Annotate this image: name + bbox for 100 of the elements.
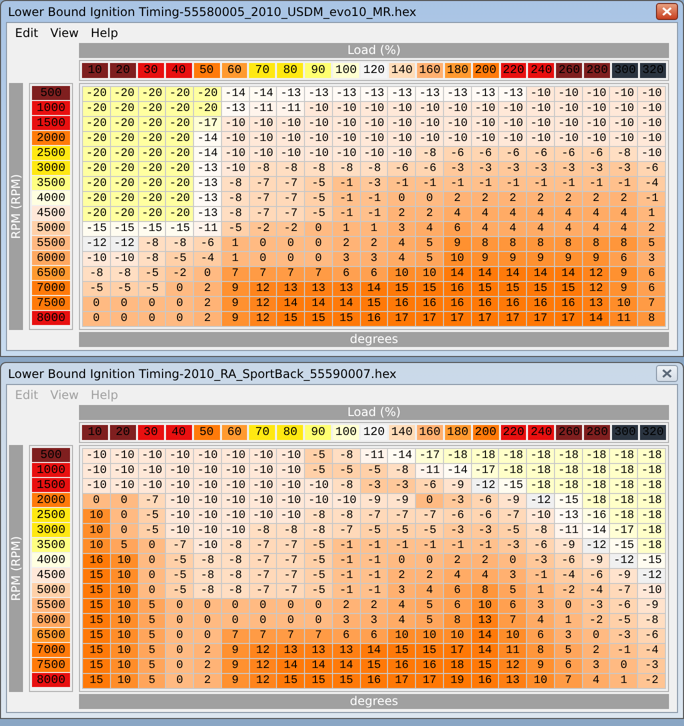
table-cell[interactable]: -14: [250, 87, 276, 101]
table-cell[interactable]: -10: [332, 147, 360, 161]
table-cell[interactable]: -1: [444, 177, 471, 191]
table-cell[interactable]: 15: [472, 282, 498, 296]
table-cell[interactable]: 15: [305, 312, 332, 326]
table-cell[interactable]: -11: [416, 464, 443, 478]
table-cell[interactable]: -7: [250, 539, 276, 553]
table-cell[interactable]: 16: [416, 659, 443, 673]
table-cell[interactable]: -20: [166, 117, 194, 131]
table-cell[interactable]: -1: [416, 177, 443, 191]
table-cell[interactable]: 5: [138, 629, 166, 643]
table-cell[interactable]: 0: [194, 599, 221, 613]
table-cell[interactable]: -2: [638, 674, 665, 688]
table-cell[interactable]: -1: [332, 569, 360, 583]
table-cell[interactable]: -6: [610, 599, 638, 613]
table-cell[interactable]: 6: [527, 629, 554, 643]
table-cell[interactable]: -7: [277, 192, 304, 206]
table-cell[interactable]: -5: [499, 524, 526, 538]
table-cell[interactable]: -20: [110, 117, 138, 131]
table-cell[interactable]: -7: [277, 539, 304, 553]
table-cell[interactable]: 0: [305, 599, 332, 613]
table-cell[interactable]: 2: [388, 207, 416, 221]
table-cell[interactable]: 17: [499, 312, 526, 326]
table-cell[interactable]: 12: [250, 297, 276, 311]
table-cell[interactable]: 16: [499, 297, 526, 311]
table-cell[interactable]: -13: [554, 509, 582, 523]
table-cell[interactable]: -10: [554, 132, 582, 146]
table-cell[interactable]: -9: [554, 539, 582, 553]
table-cell[interactable]: -17: [194, 117, 221, 131]
table-cell[interactable]: -10: [110, 449, 138, 463]
table-cell[interactable]: -10: [472, 117, 498, 131]
table-cell[interactable]: 15: [277, 674, 304, 688]
table-cell[interactable]: -10: [277, 449, 304, 463]
table-cell[interactable]: -13: [194, 162, 221, 176]
table-cell[interactable]: -18: [554, 464, 582, 478]
table-cell[interactable]: -10: [499, 102, 526, 116]
table-cell[interactable]: -1: [332, 192, 360, 206]
table-cell[interactable]: -10: [360, 102, 388, 116]
table-cell[interactable]: -10: [83, 464, 110, 478]
table-cell[interactable]: -10: [527, 117, 554, 131]
table-cell[interactable]: -5: [305, 192, 332, 206]
table-cell[interactable]: 10: [110, 599, 138, 613]
table-cell[interactable]: -1: [388, 539, 416, 553]
table-cell[interactable]: -7: [610, 584, 638, 598]
table-cell[interactable]: -10: [222, 117, 249, 131]
table-cell[interactable]: -15: [554, 494, 582, 508]
table-cell[interactable]: 15: [83, 644, 110, 658]
table-cell[interactable]: 14: [305, 297, 332, 311]
table-cell[interactable]: 0: [110, 494, 138, 508]
table-cell[interactable]: -1: [332, 207, 360, 221]
table-cell[interactable]: 5: [138, 674, 166, 688]
table-cell[interactable]: -13: [305, 87, 332, 101]
table-cell[interactable]: -10: [277, 464, 304, 478]
table-cell[interactable]: -4: [638, 644, 665, 658]
table-cell[interactable]: 15: [360, 659, 388, 673]
table-cell[interactable]: -1: [360, 569, 388, 583]
table-cell[interactable]: -18: [444, 449, 471, 463]
table-cell[interactable]: -10: [166, 524, 194, 538]
table-cell[interactable]: -10: [416, 102, 443, 116]
table-cell[interactable]: -7: [277, 569, 304, 583]
table-cell[interactable]: 14: [277, 297, 304, 311]
table-cell[interactable]: -1: [472, 539, 498, 553]
table-cell[interactable]: 11: [499, 644, 526, 658]
table-cell[interactable]: -4: [582, 584, 610, 598]
table-cell[interactable]: 2: [610, 192, 638, 206]
table-cell[interactable]: 4: [388, 252, 416, 266]
table-cell[interactable]: 10: [110, 584, 138, 598]
table-cell[interactable]: -20: [166, 192, 194, 206]
table-cell[interactable]: -14: [444, 464, 471, 478]
table-cell[interactable]: -18: [499, 449, 526, 463]
table-cell[interactable]: 5: [554, 644, 582, 658]
table-cell[interactable]: 1: [527, 584, 554, 598]
table-cell[interactable]: 7: [305, 629, 332, 643]
table-cell[interactable]: 15: [332, 312, 360, 326]
table-cell[interactable]: 12: [250, 659, 276, 673]
table-cell[interactable]: 8: [472, 237, 498, 251]
table-cell[interactable]: -18: [638, 449, 665, 463]
table-cell[interactable]: -10: [582, 102, 610, 116]
table-cell[interactable]: -10: [499, 117, 526, 131]
table-cell[interactable]: 13: [305, 644, 332, 658]
table-cell[interactable]: -13: [194, 207, 221, 221]
table-cell[interactable]: -10: [638, 584, 665, 598]
table-cell[interactable]: -10: [166, 479, 194, 493]
table-cell[interactable]: -10: [194, 464, 221, 478]
table-cell[interactable]: 2: [554, 192, 582, 206]
table-cell[interactable]: -1: [388, 177, 416, 191]
table-cell[interactable]: -5: [83, 282, 110, 296]
table-cell[interactable]: -7: [416, 509, 443, 523]
table-cell[interactable]: -20: [110, 147, 138, 161]
table-cell[interactable]: -10: [610, 102, 638, 116]
table-cell[interactable]: 1: [222, 237, 249, 251]
table-cell[interactable]: -13: [499, 87, 526, 101]
table-cell[interactable]: -10: [527, 102, 554, 116]
table-cell[interactable]: -10: [277, 479, 304, 493]
table-cell[interactable]: -5: [305, 464, 332, 478]
table-cell[interactable]: 10: [610, 297, 638, 311]
table-cell[interactable]: -3: [610, 162, 638, 176]
table-cell[interactable]: 6: [332, 267, 360, 281]
table-cell[interactable]: -10: [277, 117, 304, 131]
table-cell[interactable]: -10: [250, 147, 276, 161]
